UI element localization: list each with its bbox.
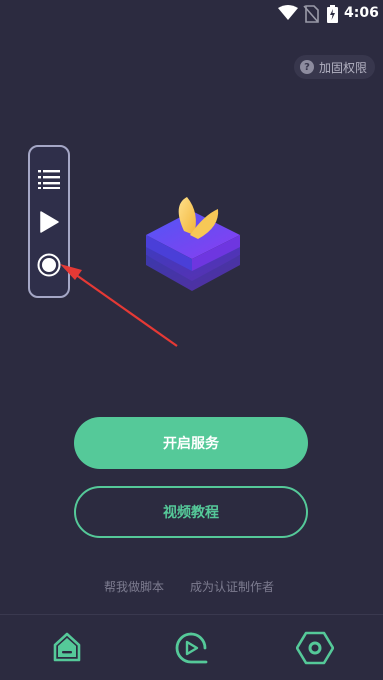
home-icon[interactable]: [51, 631, 83, 663]
reinforce-permission-button[interactable]: ? 加固权限: [293, 55, 375, 79]
start-service-button[interactable]: 开启服务: [74, 417, 308, 469]
settings-hexagon-icon[interactable]: [296, 631, 334, 665]
play-icon[interactable]: [39, 211, 59, 233]
app-screen: 4:06 ? 加固权限 开启服务 视频教程 帮我做脚本 成为认证制作者: [0, 0, 383, 680]
help-write-script-link[interactable]: 帮我做脚本: [104, 578, 164, 595]
video-tutorial-button[interactable]: 视频教程: [74, 486, 308, 538]
app-logo-icon: [146, 197, 240, 291]
status-time: 4:06: [344, 5, 379, 21]
floating-control-panel[interactable]: [28, 145, 70, 298]
permission-label: 加固权限: [318, 60, 367, 75]
video-play-icon[interactable]: [173, 631, 209, 665]
no-sim-icon: [303, 5, 319, 23]
wifi-icon: [278, 5, 298, 20]
battery-charging-icon: [327, 5, 338, 23]
bottom-nav: [0, 614, 383, 680]
become-author-link[interactable]: 成为认证制作者: [190, 578, 274, 595]
list-icon[interactable]: [38, 169, 60, 189]
status-bar: 4:06: [0, 0, 383, 28]
help-circle-icon: ?: [299, 60, 314, 74]
record-icon[interactable]: [37, 253, 61, 277]
